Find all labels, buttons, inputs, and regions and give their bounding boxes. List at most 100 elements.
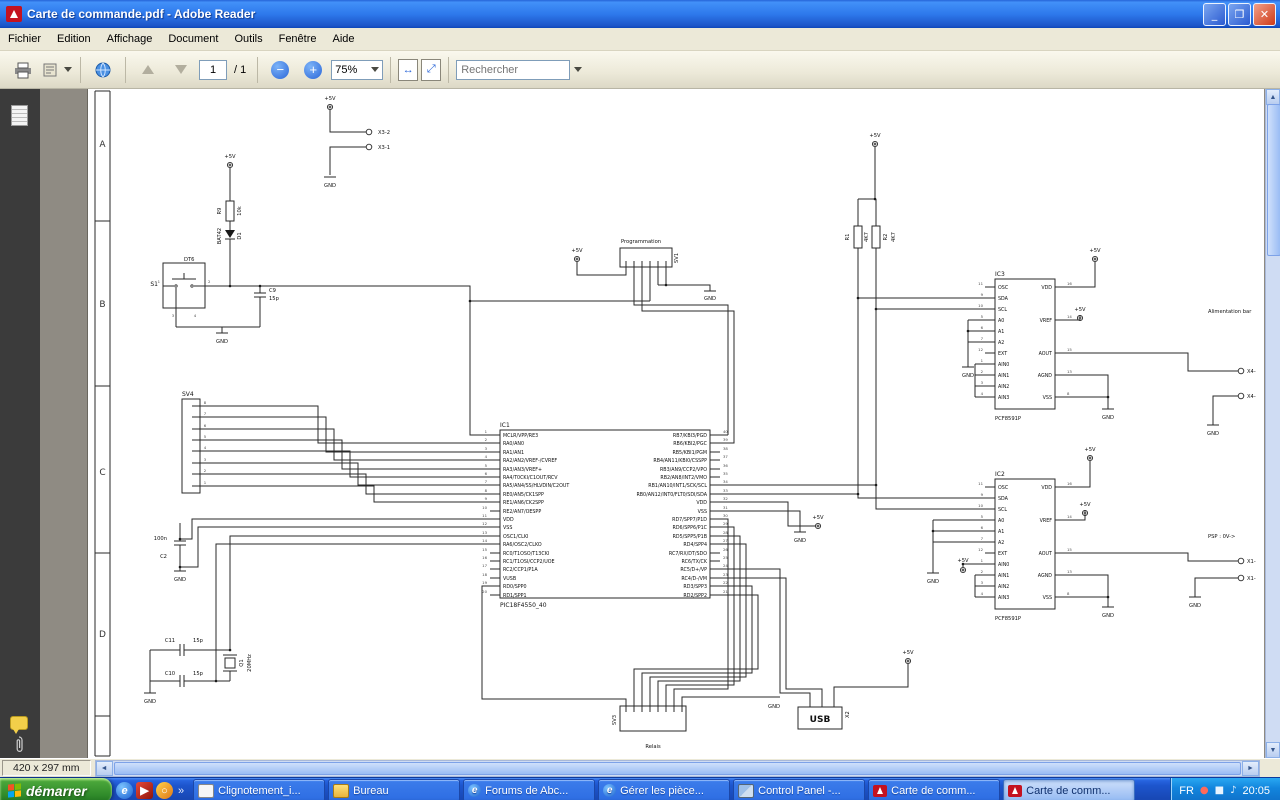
psp-note: PSP : 0V-> — [1208, 534, 1235, 540]
svg-text:39: 39 — [723, 437, 728, 442]
zoom-out-button[interactable]: − — [265, 55, 295, 85]
chevron-down-icon — [574, 67, 583, 72]
export-button[interactable] — [41, 55, 73, 85]
ic1-ref: IC1 — [500, 422, 510, 429]
antivirus-icon[interactable]: ● — [1200, 785, 1209, 796]
svg-text:RA6/OSC2/CLKO: RA6/OSC2/CLKO — [503, 542, 542, 548]
taskbar-button-carte-1[interactable]: Carte de comm... — [868, 779, 1001, 800]
s1-contact — [174, 284, 178, 288]
svg-text:31: 31 — [723, 505, 728, 510]
horizontal-scroll-thumb[interactable] — [113, 761, 1241, 775]
ic3-ref: IC3 — [995, 271, 1005, 278]
svg-text:RC6/TX/CK: RC6/TX/CK — [682, 559, 708, 565]
svg-text:2: 2 — [485, 437, 488, 442]
print-button[interactable] — [8, 55, 38, 85]
attachments-panel-icon[interactable] — [12, 734, 26, 754]
svg-text:GND: GND — [1102, 415, 1114, 421]
chevron-down-icon — [371, 67, 380, 72]
svg-text:RA1/AN1: RA1/AN1 — [503, 450, 524, 456]
fit-page-button[interactable]: ⤢ — [421, 58, 442, 81]
svg-text:RB1/AN10/INT1/SCK/SCL: RB1/AN10/INT1/SCK/SCL — [648, 483, 707, 489]
svg-text:VSS: VSS — [1043, 395, 1052, 401]
menu-affichage[interactable]: Affichage — [99, 30, 161, 48]
frame-lines — [94, 90, 111, 757]
svg-text:35: 35 — [723, 471, 728, 476]
d1-value: BAT42 — [217, 228, 223, 244]
svg-text:GND: GND — [216, 339, 228, 345]
menu-aide[interactable]: Aide — [325, 30, 363, 48]
d1-diode-icon — [225, 230, 235, 238]
adobe-reader-icon — [873, 784, 888, 797]
zoom-level-select[interactable]: 75% — [331, 59, 384, 80]
volume-icon[interactable]: ♪ — [1230, 785, 1236, 796]
svg-text:EXT: EXT — [998, 551, 1007, 557]
svg-text:RE2/AN7/OESPP: RE2/AN7/OESPP — [503, 509, 541, 515]
pages-panel-icon[interactable] — [11, 105, 28, 126]
scroll-down-button[interactable]: ▼ — [1266, 742, 1280, 758]
comments-panel-icon[interactable] — [10, 716, 28, 734]
svg-text:10: 10 — [978, 303, 983, 308]
clock[interactable]: 20:05 — [1242, 785, 1270, 797]
menu-fichier[interactable]: Fichier — [0, 30, 49, 48]
svg-text:RC5/D+/VP: RC5/D+/VP — [680, 567, 707, 573]
svg-text:24: 24 — [723, 563, 728, 568]
collaborate-button[interactable] — [88, 55, 118, 85]
fit-width-button[interactable]: ↔ — [398, 58, 419, 81]
menu-edition[interactable]: Edition — [49, 30, 99, 48]
navigation-pane — [0, 89, 40, 758]
previous-page-button[interactable] — [133, 55, 163, 85]
taskbar-button-gerer[interactable]: e Gérer les pièce... — [598, 779, 731, 800]
r9-value: 10k — [237, 206, 243, 216]
scroll-left-button[interactable]: ◄ — [95, 760, 113, 776]
taskbar-button-carte-2-active[interactable]: Carte de comm... — [1003, 779, 1136, 800]
display-icon[interactable]: ■ — [1215, 785, 1224, 796]
svg-text:A1: A1 — [998, 329, 1004, 335]
menu-fenetre[interactable]: Fenêtre — [271, 30, 325, 48]
menu-document[interactable]: Document — [160, 30, 226, 48]
menu-outils[interactable]: Outils — [226, 30, 270, 48]
svg-text:14: 14 — [1067, 314, 1072, 319]
close-button[interactable]: ✕ — [1253, 2, 1276, 26]
svg-text:AIN3: AIN3 — [998, 395, 1009, 401]
taskbar-button-bureau[interactable]: Bureau — [328, 779, 461, 800]
media-player-icon[interactable]: ▶ — [136, 782, 153, 799]
horizontal-scrollbar[interactable]: ◄ ► — [94, 759, 1260, 777]
next-page-button[interactable] — [166, 55, 196, 85]
taskbar-button-control-panel[interactable]: Control Panel -... — [733, 779, 866, 800]
start-button[interactable]: démarrer — [0, 778, 112, 800]
quick-launch: e ▶ ○ » — [112, 778, 190, 800]
svg-text:+5V: +5V — [957, 558, 969, 564]
search-input[interactable] — [456, 59, 571, 80]
zoom-in-button[interactable]: + — [298, 55, 328, 85]
svg-text:15: 15 — [482, 547, 487, 552]
svg-text:RD5/SPP5/P1B: RD5/SPP5/P1B — [673, 534, 707, 540]
c9-value: 15p — [269, 296, 280, 302]
internet-explorer-icon[interactable]: e — [116, 782, 133, 799]
minimize-button[interactable]: _ — [1203, 2, 1226, 26]
svg-text:AIN0: AIN0 — [998, 562, 1009, 568]
svg-text:RD2/SPP2: RD2/SPP2 — [683, 593, 707, 599]
scroll-up-button[interactable]: ▲ — [1266, 89, 1280, 105]
language-indicator[interactable]: FR — [1179, 785, 1194, 797]
svg-text:33: 33 — [723, 488, 728, 493]
sv1-ref: SV1 — [674, 253, 680, 263]
adobe-reader-icon — [6, 6, 22, 22]
svg-text:12: 12 — [482, 521, 487, 526]
document-canvas[interactable]: A B C D +5V +5V +5V +5V +5V +5V +5V +5V … — [88, 89, 1264, 758]
ic1-right-pin-labels: RB7/KBI3/PGD RB6/KBI2/PGC RB5/KBI1/PGM RB4/… — [636, 433, 707, 599]
quick-launch-overflow[interactable]: » — [176, 785, 186, 797]
file-icon — [198, 783, 215, 798]
svg-text:GND: GND — [962, 373, 974, 379]
taskbar-button-forums[interactable]: e Forums de Abc... — [463, 779, 596, 800]
vertical-scrollbar[interactable]: ▲ ▼ — [1265, 89, 1280, 758]
ic2-pin-labels: OSC SDA SCL A0 A1 A2 EXT AIN0 AIN1 AIN2 AIN3 VDD VR… — [998, 485, 1052, 601]
svg-text:30: 30 — [723, 513, 728, 518]
firefox-icon[interactable]: ○ — [156, 782, 173, 799]
svg-text:8: 8 — [204, 400, 207, 405]
svg-text:10: 10 — [482, 505, 487, 510]
vertical-scroll-thumb[interactable] — [1267, 104, 1280, 256]
maximize-button[interactable]: ❐ — [1228, 2, 1251, 26]
page-number-input[interactable] — [199, 59, 227, 80]
taskbar-button-clignotement[interactable]: Clignotement_i... — [193, 779, 326, 800]
scroll-right-button[interactable]: ► — [1242, 760, 1259, 776]
